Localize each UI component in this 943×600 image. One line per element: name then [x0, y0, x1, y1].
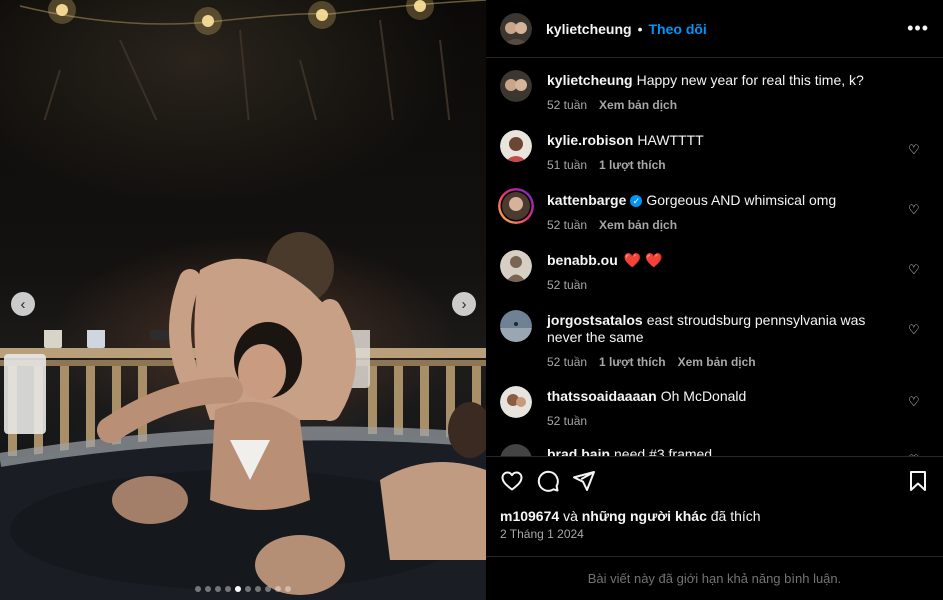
comment-body: kylietcheung Happy new year for real this… — [547, 72, 897, 114]
comment-avatar[interactable] — [500, 386, 532, 418]
comment-text: Gorgeous AND whimsical omg — [646, 192, 837, 208]
next-media-button[interactable]: › — [452, 292, 476, 316]
comment-avatar[interactable] — [500, 130, 532, 162]
comment-body: kattenbarge ✓ Gorgeous AND whimsical omg 5… — [547, 192, 897, 234]
likes-suffix: đã thích — [710, 508, 761, 524]
comment-like-icon[interactable]: ♡ — [908, 322, 920, 338]
chevron-right-icon: › — [461, 295, 467, 313]
comment-username[interactable]: jorgostsatalos — [547, 312, 643, 328]
comment-body: brad.bain need #3 framed — [547, 446, 897, 456]
comment-avatar[interactable] — [500, 444, 532, 456]
comment-text: Oh McDonald — [660, 388, 747, 404]
comment-username[interactable]: kattenbarge — [547, 192, 626, 208]
comment-avatar[interactable] — [498, 188, 534, 224]
comment-like-icon[interactable]: ♡ — [908, 142, 920, 158]
previous-media-button[interactable]: ‹ — [11, 292, 35, 316]
carousel-dot — [195, 586, 201, 592]
more-options-icon[interactable]: ••• — [907, 18, 929, 39]
heart-icon[interactable] — [500, 469, 524, 493]
bookmark-icon[interactable] — [906, 469, 930, 493]
comment-body: jorgostsatalos east stroudsburg pennsylva… — [547, 312, 897, 371]
post-header: kylietcheung • Theo dõi ••• — [486, 0, 943, 58]
comment-body: thatssoaidaaaan Oh McDonald 52 tuần — [547, 388, 897, 430]
comment-time[interactable]: 52 tuần — [547, 277, 587, 294]
comment-username[interactable]: thatssoaidaaaan — [547, 388, 657, 404]
carousel-dot — [265, 586, 271, 592]
comment-time[interactable]: 52 tuần — [547, 413, 587, 430]
likes-user[interactable]: m109674 — [500, 508, 559, 524]
comment-time[interactable]: 51 tuần — [547, 157, 587, 174]
translate-link[interactable]: Xem bản dịch — [599, 217, 677, 234]
carousel-dot — [235, 586, 241, 592]
comment-time[interactable]: 52 tuần — [547, 217, 587, 234]
post-actions-section: m109674 và những người khác đã thích 2 T… — [486, 456, 943, 556]
comment-emoji: ❤️ ❤️ — [623, 252, 663, 268]
carousel-dot — [215, 586, 221, 592]
comment-like-icon[interactable]: ♡ — [908, 394, 920, 410]
comment-time[interactable]: 52 tuần — [547, 354, 587, 371]
likes-connector: và — [563, 508, 578, 524]
comment-avatar[interactable] — [500, 250, 532, 282]
comment-body: benabb.ou ❤️ ❤️ 52 tuần — [547, 252, 897, 294]
carousel-dot — [275, 586, 281, 592]
verified-badge-icon: ✓ — [630, 195, 643, 207]
carousel-dot — [285, 586, 291, 592]
carousel-indicator — [0, 586, 486, 592]
author-username[interactable]: kylietcheung — [546, 21, 632, 37]
comment-text: Happy new year for real this time, k? — [636, 72, 864, 88]
comment-username[interactable]: kylie.robison — [547, 132, 633, 148]
comment-username[interactable]: kylietcheung — [547, 72, 633, 88]
post-media[interactable]: ‹ › — [0, 0, 486, 600]
comment-text: need #3 framed — [614, 446, 713, 456]
carousel-dot — [245, 586, 251, 592]
header-separator: • — [637, 20, 643, 37]
comment-body: kylie.robison HAWTTTT 51 tuần 1 lượt thíc… — [547, 132, 897, 174]
post-side-panel: kylietcheung • Theo dõi ••• kylietcheung… — [486, 0, 943, 600]
comment-like-icon[interactable]: ♡ — [908, 202, 920, 218]
action-row — [500, 469, 930, 495]
chevron-left-icon: ‹ — [20, 295, 26, 313]
comment-like-count[interactable]: 1 lượt thích — [599, 354, 666, 371]
author-avatar[interactable] — [500, 12, 532, 45]
follow-button[interactable]: Theo dõi — [649, 21, 707, 37]
post-date[interactable]: 2 Tháng 1 2024 — [500, 527, 584, 541]
comments-list[interactable]: kylietcheung Happy new year for real this… — [486, 58, 943, 456]
comment-username[interactable]: benabb.ou — [547, 252, 618, 268]
comments-limited-notice: Bài viết này đã giới hạn khả năng bình l… — [486, 556, 943, 600]
comment-avatar[interactable] — [500, 310, 532, 342]
carousel-dot — [255, 586, 261, 592]
translate-link[interactable]: Xem bản dịch — [599, 97, 677, 114]
send-icon[interactable] — [572, 469, 596, 493]
translate-link[interactable]: Xem bản dịch — [678, 354, 756, 371]
likes-others[interactable]: những người khác — [582, 508, 707, 524]
comment-like-icon[interactable]: ♡ — [908, 262, 920, 278]
comment-like-count[interactable]: 1 lượt thích — [599, 157, 666, 174]
comment-text: HAWTTTT — [637, 132, 704, 148]
carousel-dot — [205, 586, 211, 592]
comment-icon[interactable] — [536, 469, 560, 493]
comment-time[interactable]: 52 tuần — [547, 97, 587, 114]
likes-summary[interactable]: m109674 và những người khác đã thích — [500, 508, 761, 524]
comment-username[interactable]: brad.bain — [547, 446, 610, 456]
people-in-tub — [97, 232, 486, 595]
comment-avatar[interactable] — [500, 70, 532, 102]
carousel-dot — [225, 586, 231, 592]
